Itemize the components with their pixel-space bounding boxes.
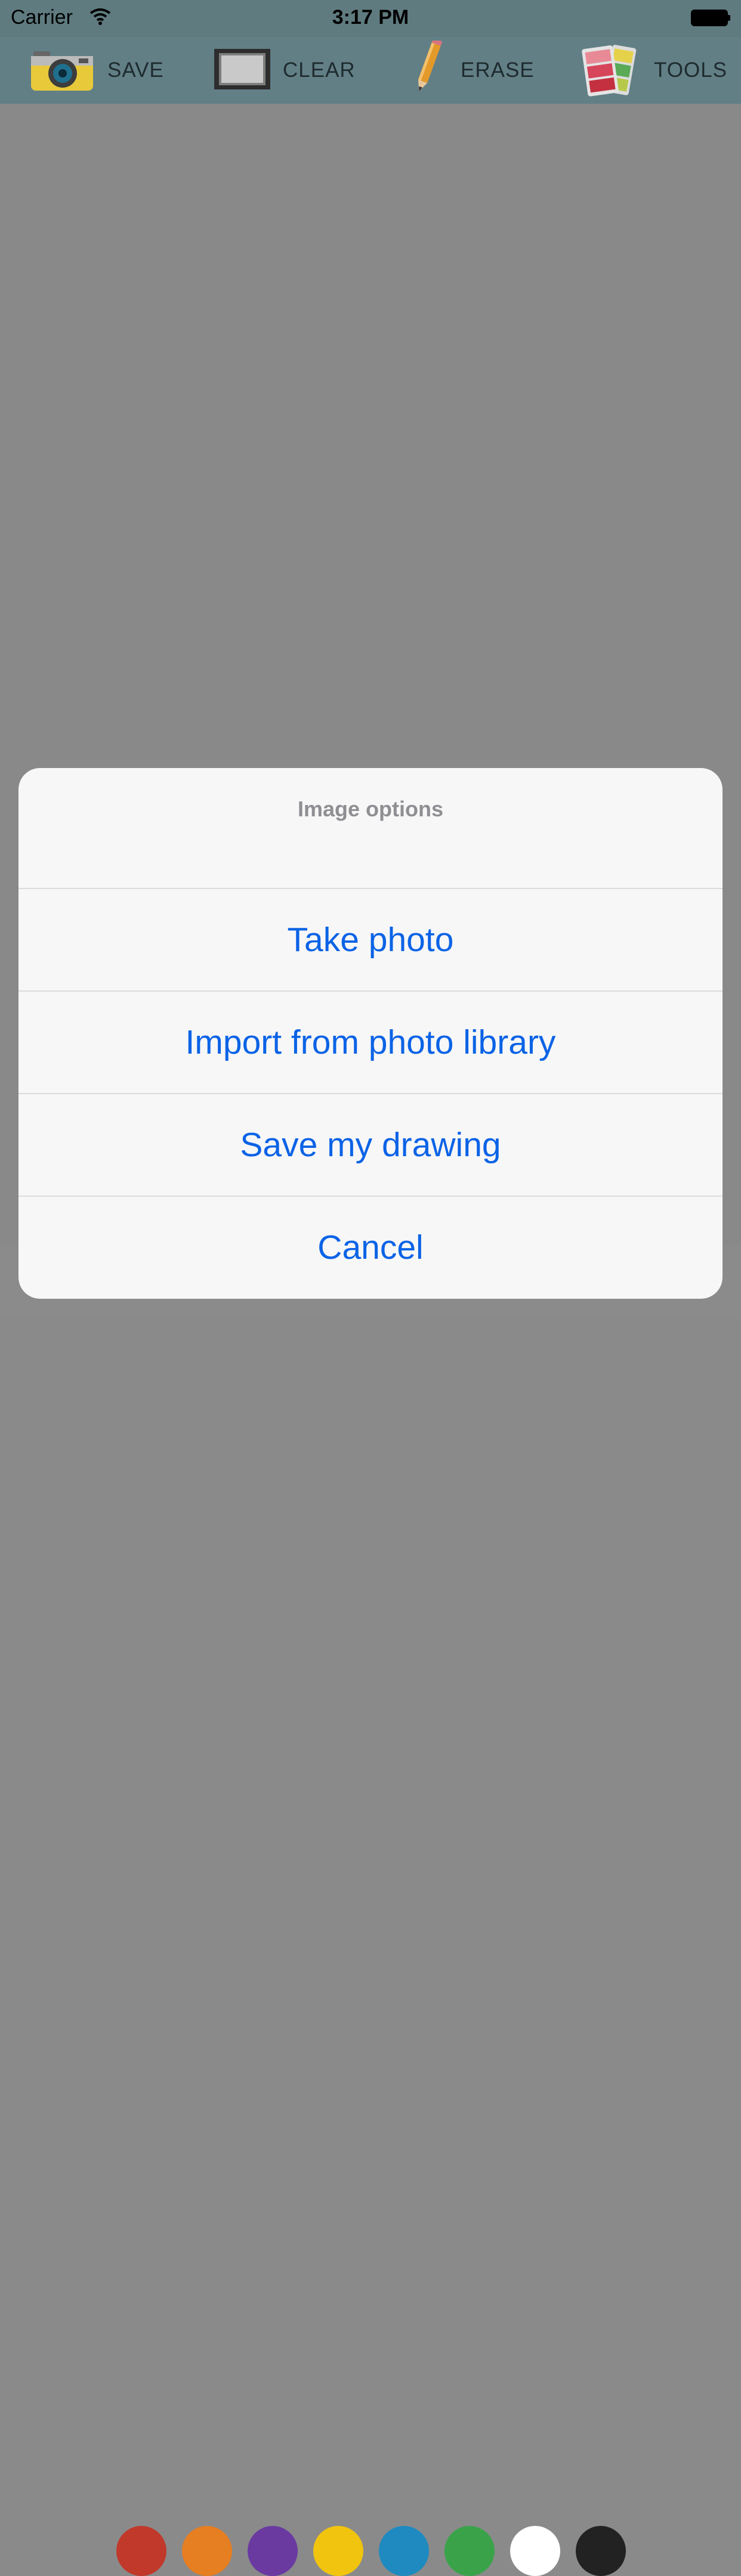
color-swatch[interactable] <box>576 2526 626 2576</box>
tools-button[interactable]: TOOLS <box>580 37 727 104</box>
color-swatch[interactable] <box>379 2526 429 2576</box>
action-sheet-title: Image options <box>297 797 444 821</box>
color-swatch[interactable] <box>248 2526 298 2576</box>
clear-button[interactable]: CLEAR <box>214 37 356 104</box>
tools-label: TOOLS <box>654 58 728 82</box>
erase-button[interactable]: ERASE <box>407 37 535 104</box>
action-sheet: Image options Take photo Import from pho… <box>18 768 723 1299</box>
color-swatch[interactable] <box>182 2526 232 2576</box>
take-photo-button[interactable]: Take photo <box>18 889 723 990</box>
erase-label: ERASE <box>461 58 535 82</box>
save-label: SAVE <box>107 58 164 82</box>
color-swatch[interactable] <box>313 2526 363 2576</box>
save-button[interactable]: SAVE <box>30 37 164 104</box>
clear-label: CLEAR <box>283 58 356 82</box>
toolbar: SAVE CLEAR ERASE TOOLS <box>0 37 741 104</box>
status-bar: Carrier 3:17 PM <box>0 0 741 37</box>
color-swatch[interactable] <box>444 2526 495 2576</box>
color-swatches-icon <box>580 41 642 101</box>
battery-icon <box>691 10 730 26</box>
frame-icon <box>214 48 271 93</box>
pencil-icon <box>407 38 449 101</box>
save-drawing-button[interactable]: Save my drawing <box>18 1094 723 1196</box>
color-swatch[interactable] <box>116 2526 166 2576</box>
cancel-button[interactable]: Cancel <box>18 1197 723 1298</box>
camera-icon <box>30 45 95 96</box>
import-from-library-button[interactable]: Import from photo library <box>18 992 723 1093</box>
clock: 3:17 PM <box>332 6 409 29</box>
color-swatch[interactable] <box>510 2526 560 2576</box>
